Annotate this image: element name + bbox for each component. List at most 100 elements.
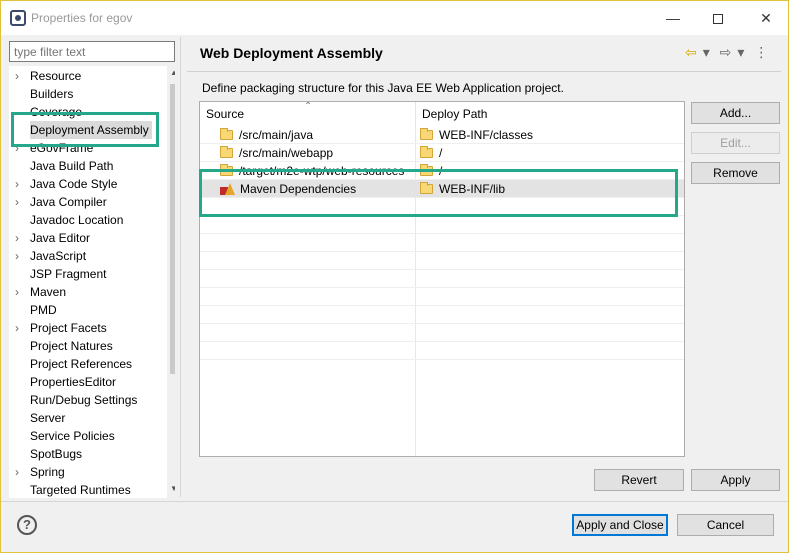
tree-item[interactable]: Server [9, 409, 159, 427]
source-path-text: /src/main/webapp [239, 146, 334, 160]
tree-item[interactable]: Builders [9, 85, 159, 103]
expand-chevron-icon[interactable]: › [15, 229, 25, 247]
tree-item-label: Java Compiler [30, 195, 107, 209]
tree-item-label: SpotBugs [30, 447, 83, 461]
scroll-down-icon[interactable]: ▼ [170, 484, 175, 493]
maximize-icon [713, 14, 723, 25]
empty-table-row [200, 342, 684, 360]
tree-item[interactable]: Project Natures [9, 337, 159, 355]
column-header-source[interactable]: Source ⌃ [200, 102, 416, 126]
tree-item[interactable]: SpotBugs [9, 445, 159, 463]
deploy-path-text: WEB-INF/classes [439, 128, 534, 142]
revert-button[interactable]: Revert [594, 469, 684, 491]
view-menu-icon[interactable]: ⋮ [754, 44, 768, 60]
tree-item-label: Service Policies [30, 429, 115, 443]
back-menu-chevron-icon[interactable]: ▾ [703, 44, 710, 60]
tree-item[interactable]: › Resource [9, 67, 159, 85]
deploy-path-text: / [439, 164, 443, 178]
tree-item[interactable]: › eGovFrame [9, 139, 159, 157]
tree-item[interactable]: Project References [9, 355, 159, 373]
empty-table-row [200, 216, 684, 234]
forward-menu-chevron-icon[interactable]: ▾ [737, 44, 744, 60]
expand-chevron-icon[interactable]: › [15, 193, 25, 211]
tree-item[interactable]: Targeted Runtimes [9, 481, 159, 498]
folder-icon [220, 146, 233, 158]
source-cell: /src/main/webapp [220, 144, 333, 162]
folder-icon [420, 128, 433, 140]
footer-separator [1, 501, 788, 502]
minimize-button[interactable]: — [656, 5, 690, 31]
tree-item[interactable]: › Java Compiler [9, 193, 159, 211]
maven-library-icon [220, 183, 235, 195]
empty-table-row [200, 234, 684, 252]
tree-item-label: Targeted Runtimes [30, 483, 131, 497]
back-arrow-icon[interactable]: ⇦ [685, 44, 697, 60]
tree-item-label: PMD [30, 303, 57, 317]
tree-item-label: Run/Debug Settings [30, 393, 138, 407]
tree-item-label: Server [30, 411, 66, 425]
tree-item[interactable]: PMD [9, 301, 159, 319]
tree-item[interactable]: Deployment Assembly [9, 121, 159, 139]
source-path-text: /target/m2e-wtp/web-resources [239, 164, 405, 178]
tree-item[interactable]: JSP Fragment [9, 265, 159, 283]
tree-scrollbar[interactable]: ▲ ▼ [167, 66, 175, 498]
column-header-deploy-path[interactable]: Deploy Path [416, 102, 684, 126]
tree-item[interactable]: PropertiesEditor [9, 373, 159, 391]
folder-icon [420, 164, 433, 176]
maximize-button[interactable] [701, 5, 735, 31]
add-button[interactable]: Add... [691, 102, 780, 124]
forward-arrow-icon[interactable]: ⇨ [720, 44, 732, 60]
apply-and-close-button[interactable]: Apply and Close [572, 514, 668, 536]
tree-item[interactable]: Javadoc Location [9, 211, 159, 229]
edit-button[interactable]: Edit... [691, 132, 780, 154]
expand-chevron-icon[interactable]: › [15, 283, 25, 301]
source-path-text: Maven Dependencies [240, 182, 357, 196]
tree-item[interactable]: › Java Code Style [9, 175, 159, 193]
table-row[interactable]: /target/m2e-wtp/web-resources / [200, 162, 684, 180]
remove-button[interactable]: Remove [691, 162, 780, 184]
assembly-table: Source ⌃ Deploy Path /src/main/java WEB-I… [199, 101, 685, 457]
tree-item[interactable]: › Spring [9, 463, 159, 481]
tree-item-label: Spring [30, 465, 65, 479]
deploy-path-cell: WEB-INF/classes [420, 126, 533, 144]
empty-table-row [200, 324, 684, 342]
expand-chevron-icon[interactable]: › [15, 463, 25, 481]
filter-input[interactable] [9, 41, 175, 62]
tree-item[interactable]: › Maven [9, 283, 159, 301]
apply-button[interactable]: Apply [691, 469, 780, 491]
tree-item[interactable]: Service Policies [9, 427, 159, 445]
scrollbar-thumb[interactable] [170, 84, 175, 374]
folder-icon [220, 128, 233, 140]
tree-item[interactable]: › Project Facets [9, 319, 159, 337]
tree-item-label: Java Editor [30, 231, 91, 245]
tree-item-label: Resource [30, 69, 82, 83]
expand-chevron-icon[interactable]: › [15, 175, 25, 193]
tree-item[interactable]: Java Build Path [9, 157, 159, 175]
tree-item-label: Builders [30, 87, 74, 101]
deploy-path-cell: / [420, 162, 442, 180]
title-bar: Properties for egov — ✕ [1, 1, 788, 35]
table-row[interactable]: /src/main/webapp / [200, 144, 684, 162]
sort-ascending-icon: ⌃ [304, 101, 313, 112]
tree-item[interactable]: › Java Editor [9, 229, 159, 247]
panel-divider[interactable] [180, 37, 181, 497]
source-cell: /src/main/java [220, 126, 313, 144]
tree-item-label: Coverage [30, 105, 83, 119]
table-row[interactable]: Maven Dependencies WEB-INF/lib [200, 180, 684, 198]
tree-item-label: Java Build Path [30, 159, 114, 173]
tree-item[interactable]: Run/Debug Settings [9, 391, 159, 409]
expand-chevron-icon[interactable]: › [15, 319, 25, 337]
scroll-up-icon[interactable]: ▲ [170, 68, 175, 77]
tree-item[interactable]: Coverage [9, 103, 159, 121]
help-icon[interactable]: ? [17, 515, 37, 535]
cancel-button[interactable]: Cancel [677, 514, 774, 536]
tree-item[interactable]: › JavaScript [9, 247, 159, 265]
close-button[interactable]: ✕ [749, 5, 783, 31]
tree-item-label: Maven [30, 285, 67, 299]
expand-chevron-icon[interactable]: › [15, 247, 25, 265]
history-navigation: ⇦ ▾ ⇨ ▾ ⋮ [685, 44, 774, 61]
expand-chevron-icon[interactable]: › [15, 139, 25, 157]
table-row[interactable]: /src/main/java WEB-INF/classes [200, 126, 684, 144]
expand-chevron-icon[interactable]: › [15, 67, 25, 85]
tree-item-label: Javadoc Location [30, 213, 124, 227]
